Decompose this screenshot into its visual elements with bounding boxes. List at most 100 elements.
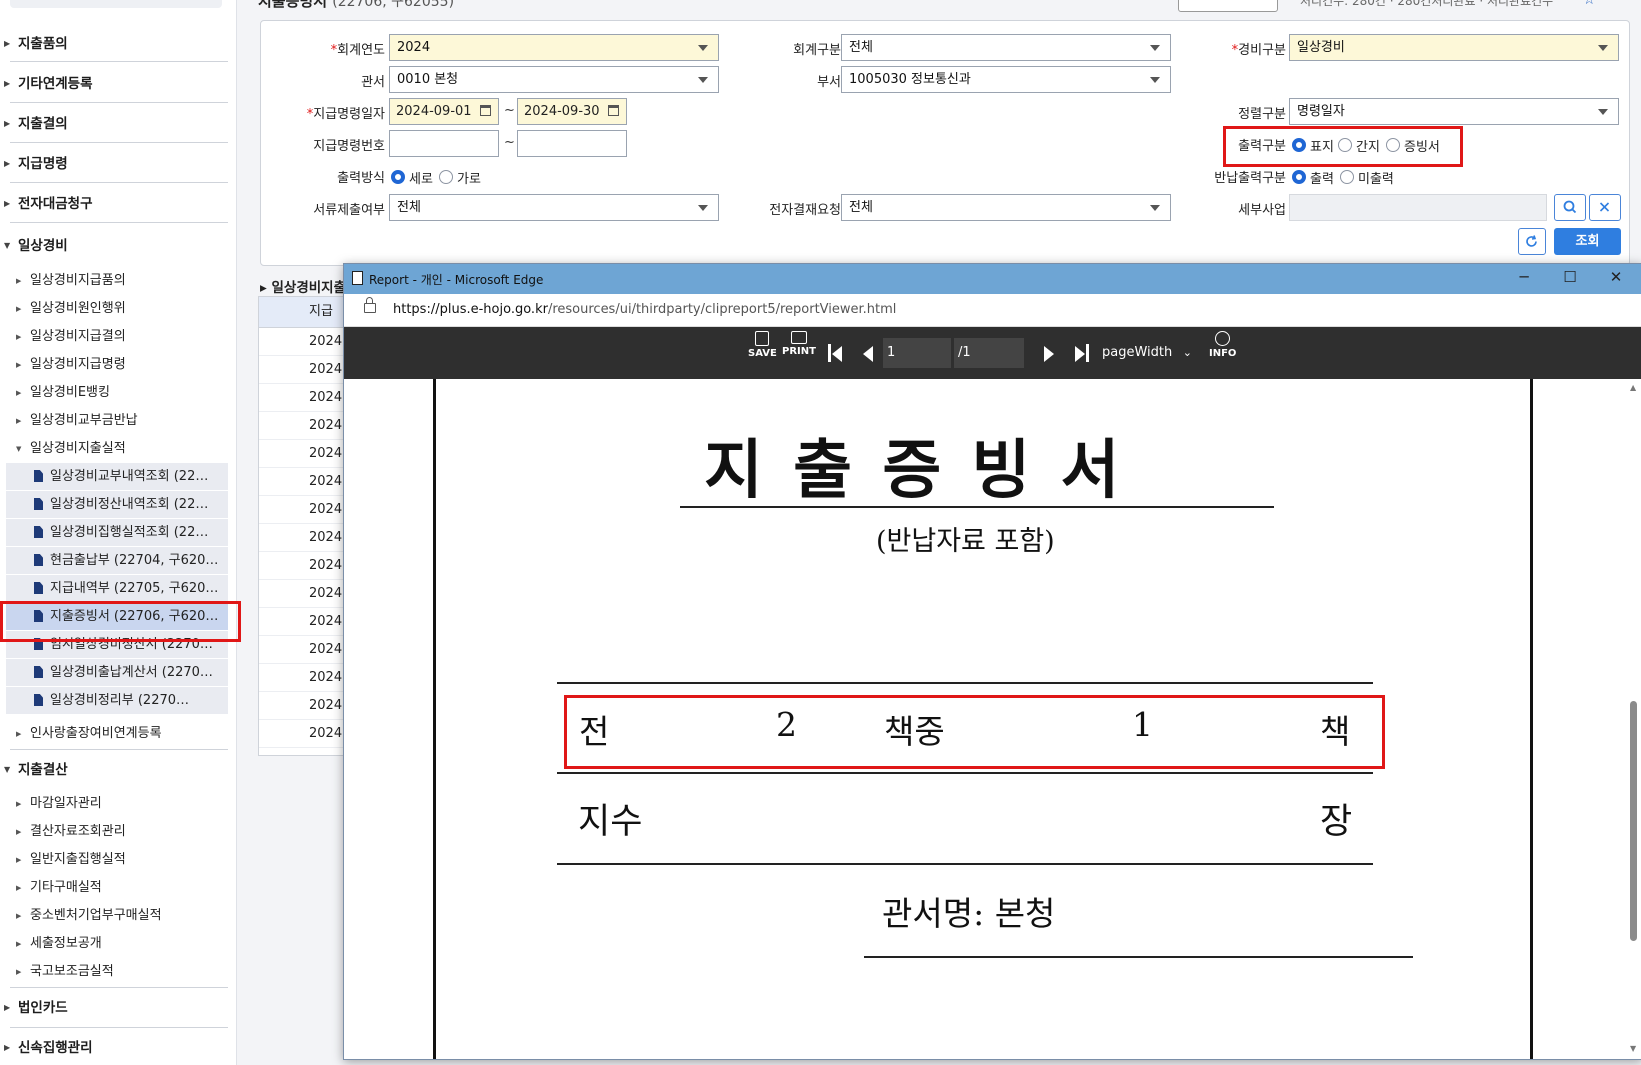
zoom-select[interactable]: pageWidth ⌄ bbox=[1098, 338, 1198, 368]
leaf-item-jeongribu[interactable]: 일상경비정리부 (2270… bbox=[6, 687, 228, 714]
pay-no-to-input[interactable] bbox=[517, 130, 627, 157]
leaf-item-hyeongeum[interactable]: 현금출납부 (22704, 구620… bbox=[6, 547, 228, 574]
detail-biz-input[interactable] bbox=[1289, 194, 1547, 221]
leaf-item-gyobu[interactable]: 일상경비교부내역조회 (22… bbox=[6, 463, 228, 490]
address-bar[interactable]: https://plus.e-hojo.go.kr/resources/ui/t… bbox=[344, 294, 1641, 327]
date-to-input[interactable]: 2024-09-30 bbox=[517, 98, 627, 125]
popup-title-bar[interactable]: Report - 개인 - Microsoft Edge ─ ☐ ✕ bbox=[344, 264, 1641, 294]
nav-section-gyeolsan[interactable]: ▼ 지출결산 bbox=[0, 758, 228, 782]
date-from-input[interactable]: 2024-09-01 bbox=[389, 98, 499, 125]
url-text[interactable]: https://plus.e-hojo.go.kr/resources/ui/t… bbox=[393, 302, 896, 317]
pay-no-label: 지급명령번호 bbox=[313, 139, 385, 154]
return-noprint-radio[interactable] bbox=[1340, 170, 1354, 184]
print-portrait-radio[interactable] bbox=[391, 170, 405, 184]
nav-item-ilsang-ebank[interactable]: ▶ 일상경비E뱅킹 bbox=[0, 380, 228, 406]
nav-section-jigeup[interactable]: ▶ 지급명령 bbox=[0, 152, 228, 176]
report-cell: 1 bbox=[1132, 705, 1153, 744]
document-icon bbox=[34, 694, 43, 706]
calendar-icon[interactable] bbox=[480, 105, 491, 116]
nav-item-insa[interactable]: ▶ 인사랑출장여비연계등록 bbox=[0, 721, 228, 747]
nav-item-magam[interactable]: ▶ 마감일자관리 bbox=[0, 791, 228, 817]
info-button[interactable]: INFO bbox=[1209, 331, 1236, 359]
first-page-icon[interactable] bbox=[832, 346, 842, 362]
header-button[interactable] bbox=[1178, 0, 1278, 12]
range-tilde: ~ bbox=[504, 103, 515, 118]
pay-no-from-input[interactable] bbox=[389, 130, 499, 157]
leaf-item-jiphaeng[interactable]: 일상경비집행실적조회 (22… bbox=[6, 519, 228, 546]
collapsed-triangle-icon: ▶ bbox=[16, 361, 22, 369]
page-icon bbox=[352, 271, 363, 285]
nav-item-ilban[interactable]: ▶ 일반지출집행실적 bbox=[0, 847, 228, 873]
page-number-input[interactable]: 1 bbox=[883, 338, 951, 368]
nav-section-rapid[interactable]: ▶ 신속집행관리 bbox=[0, 1036, 228, 1060]
output-divider-radio[interactable] bbox=[1338, 138, 1352, 152]
collapsed-triangle-icon: ▶ bbox=[16, 333, 22, 341]
leaf-item-jigeupnaeyeok[interactable]: 지급내역부 (22705, 구620… bbox=[6, 575, 228, 602]
first-page-button[interactable] bbox=[828, 344, 831, 362]
collapsed-triangle-icon: ▶ bbox=[16, 800, 22, 808]
nav-item-ilsang-bannap[interactable]: ▶ 일상경비교부금반납 bbox=[0, 408, 228, 434]
nav-section-ilsang[interactable]: ▼ 일상경비 bbox=[0, 234, 228, 258]
detail-biz-label: 세부사업 bbox=[1238, 203, 1286, 218]
leaf-item-jichul-jeungbingseo-selected[interactable]: 지출증빙서 (22706, 구620… bbox=[6, 603, 228, 630]
nav-item-gita-gumae[interactable]: ▶ 기타구매실적 bbox=[0, 875, 228, 901]
doc-submit-select[interactable]: 전체 bbox=[389, 194, 719, 221]
sort-select[interactable]: 명령일자 bbox=[1289, 98, 1619, 125]
nav-section-jeonja[interactable]: ▶ 전자대금청구 bbox=[0, 192, 228, 216]
dept-select[interactable]: 1005030 정보통신과 bbox=[841, 66, 1171, 93]
office-select[interactable]: 0010 본청 bbox=[389, 66, 719, 93]
reset-button[interactable] bbox=[1518, 228, 1546, 255]
print-landscape-label: 가로 bbox=[457, 172, 481, 187]
close-icon[interactable]: ✕ bbox=[1601, 268, 1631, 286]
esign-select[interactable]: 전체 bbox=[841, 194, 1171, 221]
scroll-down-icon[interactable]: ▼ bbox=[1630, 1044, 1636, 1053]
expense-type-select[interactable]: 일상경비 bbox=[1289, 34, 1619, 61]
nav-item-jungso[interactable]: ▶ 중소벤처기업부구매실적 bbox=[0, 903, 228, 929]
minimize-icon[interactable]: ─ bbox=[1509, 268, 1539, 286]
leaf-item-chulnap[interactable]: 일상경비출납계산서 (2270… bbox=[6, 659, 228, 686]
search-button[interactable]: 조회 bbox=[1554, 228, 1621, 255]
divider bbox=[10, 61, 228, 62]
collapsed-triangle-icon: ▶ bbox=[16, 884, 22, 892]
nav-item-ilsang-silj[interactable]: ▼ 일상경비지출실적 bbox=[0, 436, 228, 462]
office-name: 관서명: 본청 bbox=[882, 894, 1056, 933]
output-evidence-radio[interactable] bbox=[1386, 138, 1400, 152]
leaf-item-jeongsan[interactable]: 일상경비정산내역조회 (22… bbox=[6, 491, 228, 518]
return-print-radio[interactable] bbox=[1292, 170, 1306, 184]
collapsed-triangle-icon: ▶ bbox=[4, 119, 11, 128]
range-tilde: ~ bbox=[504, 135, 515, 150]
nav-item-gyeolsanjaryo[interactable]: ▶ 결산자료조회관리 bbox=[0, 819, 228, 845]
lock-icon bbox=[364, 297, 376, 313]
star-icon[interactable]: ☆ bbox=[1583, 0, 1596, 8]
print-button[interactable]: PRINT bbox=[782, 331, 816, 357]
scroll-up-icon[interactable]: ▲ bbox=[1630, 383, 1636, 392]
nav-item-ilsang-gyeol[interactable]: ▶ 일상경비지급결의 bbox=[0, 324, 228, 350]
grid-title: ▸ 일상경비지출 bbox=[260, 280, 347, 296]
last-page-icon[interactable] bbox=[1075, 346, 1085, 362]
nav-section-gita[interactable]: ▶ 기타연계등록 bbox=[0, 72, 228, 96]
vertical-scrollbar[interactable]: ▲ ▼ bbox=[1629, 383, 1638, 1053]
output-cover-radio[interactable] bbox=[1292, 138, 1306, 152]
calendar-icon[interactable] bbox=[608, 105, 619, 116]
save-button[interactable]: SAVE bbox=[748, 331, 777, 359]
nav-item-ilsang-pumui[interactable]: ▶ 일상경비지급품의 bbox=[0, 268, 228, 294]
collapsed-triangle-icon: ▶ bbox=[16, 968, 22, 976]
account-type-select[interactable]: 전체 bbox=[841, 34, 1171, 61]
nav-item-sechul[interactable]: ▶ 세출정보공개 bbox=[0, 931, 228, 957]
nav-section-card[interactable]: ▶ 법인카드 bbox=[0, 996, 228, 1020]
maximize-icon[interactable]: ☐ bbox=[1555, 268, 1585, 286]
nav-item-ilsang-myeong[interactable]: ▶ 일상경비지급명령 bbox=[0, 352, 228, 378]
nav-item-gukgo[interactable]: ▶ 국고보조금실적 bbox=[0, 959, 228, 985]
leaf-item-imsi[interactable]: 임시일상경비정산서 (2270… bbox=[6, 631, 228, 658]
scrollbar-thumb[interactable] bbox=[1630, 701, 1637, 941]
clear-button[interactable] bbox=[1589, 194, 1621, 221]
nav-section-jichul-pumui[interactable]: ▶ 지출품의 bbox=[0, 32, 228, 56]
print-landscape-radio[interactable] bbox=[439, 170, 453, 184]
nav-item-ilsang-wonin[interactable]: ▶ 일상경비원인행위 bbox=[0, 296, 228, 322]
fiscal-year-select[interactable]: 2024 bbox=[389, 34, 719, 61]
prev-page-icon[interactable] bbox=[863, 346, 873, 362]
nav-section-jichul-gyeol[interactable]: ▶ 지출결의 bbox=[0, 112, 228, 136]
last-page-bar[interactable] bbox=[1086, 344, 1089, 362]
next-page-icon[interactable] bbox=[1044, 346, 1054, 362]
search-icon-button[interactable] bbox=[1554, 194, 1586, 221]
